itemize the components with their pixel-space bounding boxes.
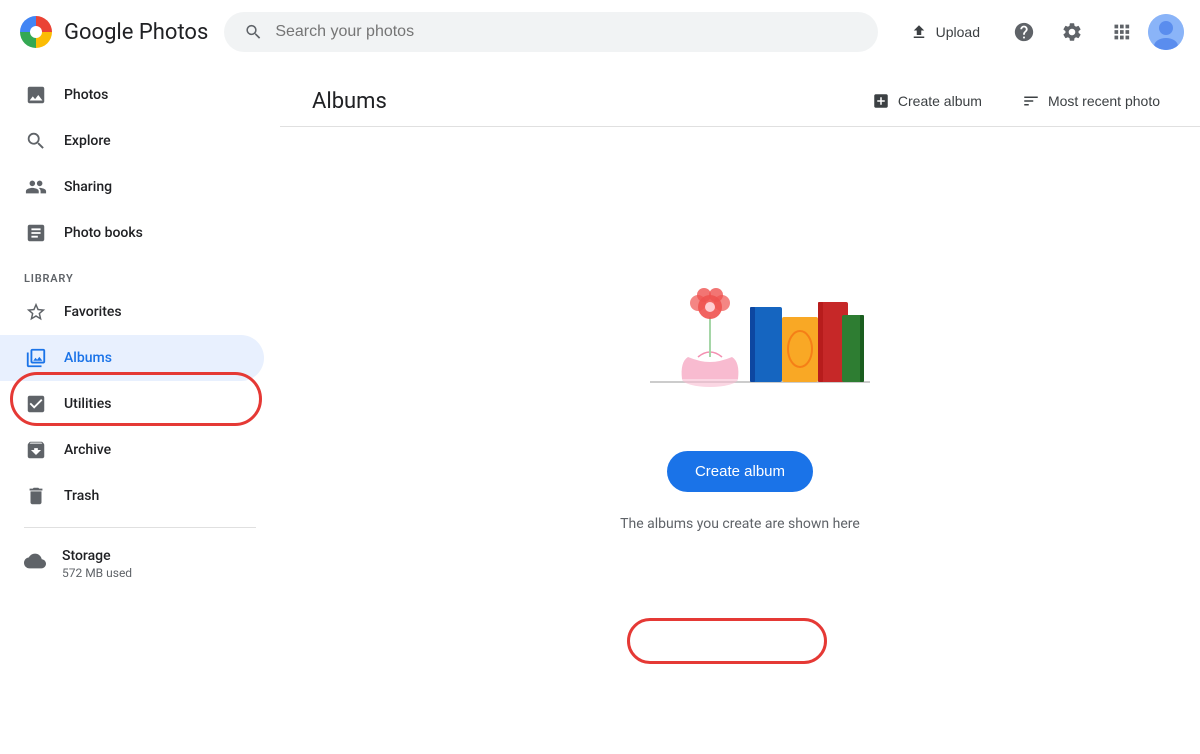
content-header: Albums Create album Most recent photo [280, 64, 1200, 127]
photo-icon [24, 84, 48, 106]
explore-icon [24, 130, 48, 152]
content-actions: Create album Most recent photo [864, 88, 1168, 114]
most-recent-label: Most recent photo [1048, 93, 1160, 109]
sidebar-item-utilities[interactable]: Utilities [0, 381, 264, 427]
favorites-icon [24, 301, 48, 323]
sidebar-item-explore[interactable]: Explore [0, 118, 264, 164]
search-bar[interactable] [224, 12, 877, 52]
sidebar-item-favorites[interactable]: Favorites [0, 289, 264, 335]
sidebar: Photos Explore Sharing [0, 64, 280, 600]
sharing-label: Sharing [64, 179, 112, 195]
add-box-icon [872, 92, 890, 110]
most-recent-button[interactable]: Most recent photo [1014, 88, 1168, 114]
storage-icon [24, 550, 46, 577]
storage-used: 572 MB used [62, 566, 132, 580]
avatar[interactable] [1148, 14, 1184, 50]
header-actions: Upload [894, 12, 1184, 52]
create-album-button[interactable]: Create album [667, 451, 813, 492]
albums-label: Albums [64, 350, 112, 366]
help-icon [1013, 21, 1035, 43]
create-album-top-button[interactable]: Create album [864, 88, 990, 114]
create-album-top-label: Create album [898, 93, 982, 109]
storage-label: Storage [62, 548, 132, 564]
page-title: Albums [312, 89, 387, 114]
sidebar-item-sharing[interactable]: Sharing [0, 164, 264, 210]
library-section-label: LIBRARY [0, 256, 280, 289]
search-input[interactable] [275, 23, 857, 41]
content: Albums Create album Most recent photo [280, 64, 1200, 600]
photobooks-label: Photo books [64, 225, 143, 241]
photobooks-icon [24, 222, 48, 244]
sidebar-item-trash[interactable]: Trash [0, 473, 264, 519]
header: Google Photos Upload [0, 0, 1200, 64]
photos-label: Photos [64, 87, 108, 103]
empty-state: Create album The albums you create are s… [280, 127, 1200, 592]
settings-button[interactable] [1052, 12, 1092, 52]
sort-icon [1022, 92, 1040, 110]
upload-button[interactable]: Upload [894, 15, 996, 49]
sidebar-item-albums[interactable]: Albums [0, 335, 264, 381]
albums-icon [24, 347, 48, 369]
archive-icon [24, 439, 48, 461]
avatar-image [1148, 14, 1184, 50]
upload-label: Upload [936, 24, 980, 40]
upload-icon [910, 23, 928, 41]
create-album-btn-label: Create album [695, 463, 785, 480]
sharing-icon [24, 176, 48, 198]
help-button[interactable] [1004, 12, 1044, 52]
sidebar-item-photos[interactable]: Photos [0, 72, 264, 118]
explore-label: Explore [64, 133, 111, 149]
apps-icon [1109, 21, 1131, 43]
empty-illustration [570, 187, 910, 427]
sidebar-item-archive[interactable]: Archive [0, 427, 264, 473]
trash-icon [24, 485, 48, 507]
storage-section: Storage 572 MB used [0, 536, 280, 592]
utilities-label: Utilities [64, 396, 111, 412]
logo[interactable]: Google Photos [16, 12, 208, 52]
logo-text: Google Photos [64, 20, 208, 45]
favorites-label: Favorites [64, 304, 122, 320]
archive-label: Archive [64, 442, 111, 458]
sidebar-divider [24, 527, 256, 528]
trash-label: Trash [64, 488, 99, 504]
sidebar-item-photobooks[interactable]: Photo books [0, 210, 264, 256]
empty-state-description: The albums you create are shown here [620, 516, 860, 532]
settings-icon [1061, 21, 1083, 43]
logo-icon [16, 12, 56, 52]
create-album-circle-annotation [627, 618, 827, 664]
main-layout: Photos Explore Sharing [0, 64, 1200, 600]
apps-button[interactable] [1100, 12, 1140, 52]
utilities-icon [24, 393, 48, 415]
search-icon [244, 22, 263, 42]
